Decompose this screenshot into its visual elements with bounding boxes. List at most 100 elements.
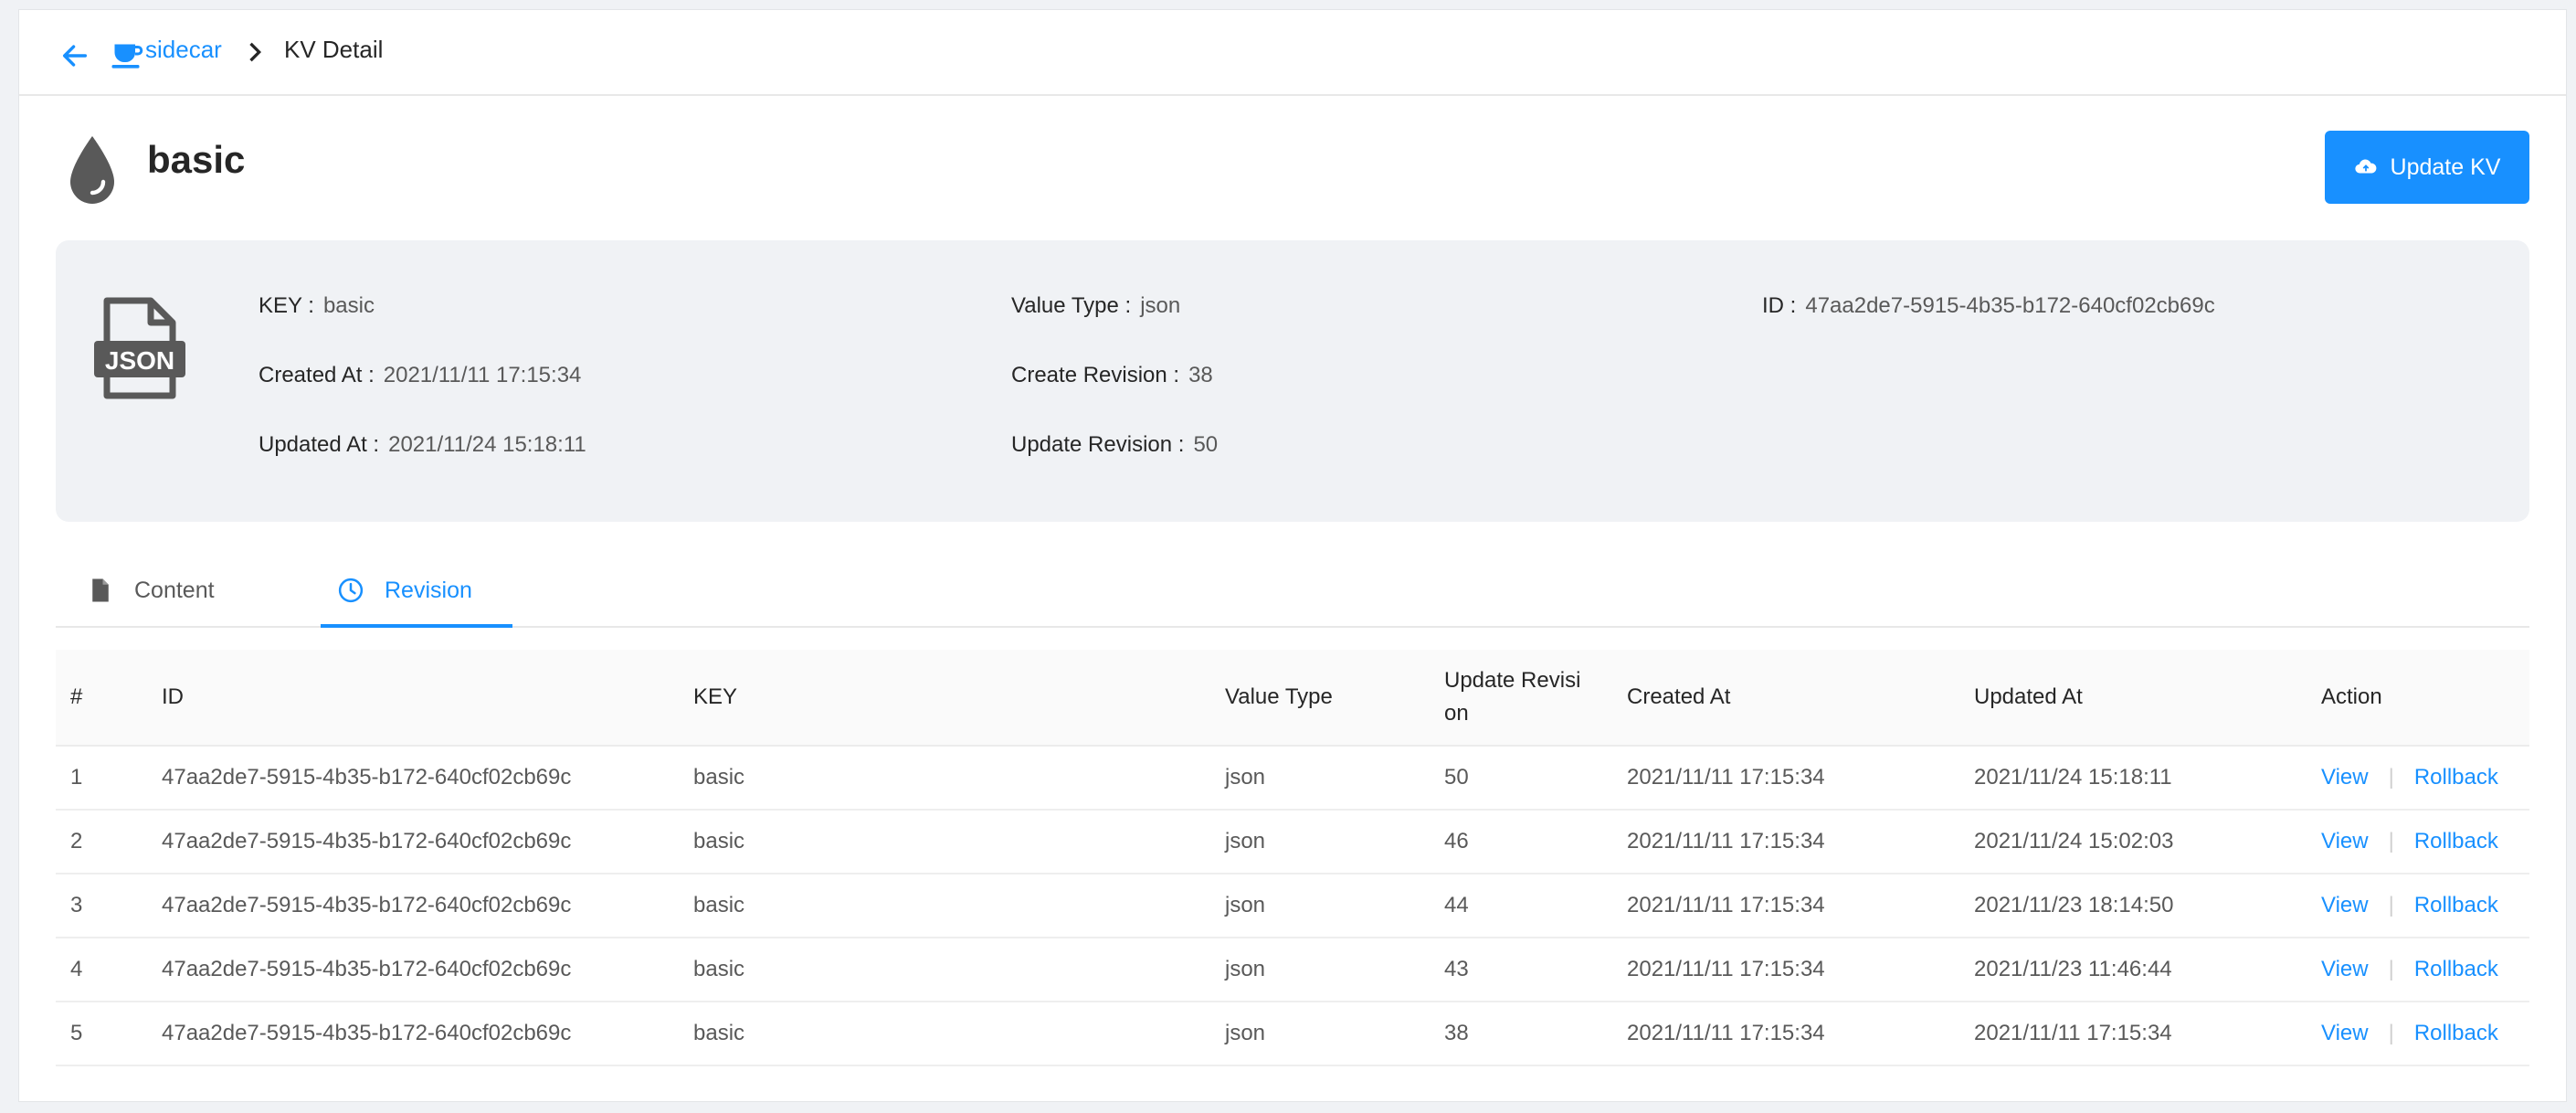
rollback-link[interactable]: Rollback <box>2414 1021 2498 1046</box>
table-row: 1 47aa2de7-5915-4b35-b172-640cf02cb69c bas… <box>56 747 2529 811</box>
cell-action: View | Rollback <box>2321 874 2498 937</box>
field-update-revision-value: 50 <box>1193 432 1219 457</box>
field-created-at-label: Created At : <box>259 363 375 387</box>
col-update-revision-line1: Update Revisi <box>1444 668 1581 693</box>
field-value-type-value: json <box>1140 293 1181 318</box>
field-created-at: Created At : 2021/11/11 17:15:34 <box>259 363 581 388</box>
cell-update-revision: 43 <box>1444 957 1469 981</box>
view-link[interactable]: View <box>2321 1021 2369 1046</box>
cell-id: 47aa2de7-5915-4b35-b172-640cf02cb69c <box>162 765 572 790</box>
tab-revision-label: Revision <box>385 577 472 603</box>
cell-value-type: json <box>1225 765 1266 790</box>
arrow-left-icon[interactable] <box>59 40 90 71</box>
clock-icon <box>338 578 364 603</box>
cell-update-revision: 46 <box>1444 829 1469 853</box>
chevron-right-icon <box>249 42 262 62</box>
cell-key: basic <box>693 957 745 981</box>
field-key-value: basic <box>322 293 375 318</box>
field-key: KEY : basic <box>259 293 375 319</box>
breadcrumb-current: KV Detail <box>284 36 384 63</box>
cell-value-type: json <box>1225 1021 1266 1045</box>
cell-update-revision: 44 <box>1444 893 1469 917</box>
cell-created-at: 2021/11/11 17:15:34 <box>1627 893 1825 917</box>
cell-updated-at: 2021/11/24 15:18:11 <box>1974 765 2172 790</box>
action-divider: | <box>2388 765 2394 790</box>
kv-detail-card: sidecar KV Detail basic Update KV JSON K… <box>18 9 2567 1102</box>
cell-action: View | Rollback <box>2321 747 2498 809</box>
col-update-revision-line2: on <box>1444 701 1469 726</box>
cell-action: View | Rollback <box>2321 938 2498 1001</box>
cell-key: basic <box>693 765 745 790</box>
brand-link[interactable]: sidecar <box>145 36 222 64</box>
cell-id: 47aa2de7-5915-4b35-b172-640cf02cb69c <box>162 829 572 853</box>
view-link[interactable]: View <box>2321 765 2369 790</box>
field-updated-at-label: Updated At : <box>259 432 380 457</box>
table-header: # ID KEY Value Type Update Revisi on Cre… <box>56 650 2529 747</box>
field-id-label: ID : <box>1762 293 1797 318</box>
col-value-type: Value Type <box>1225 684 1333 709</box>
cell-value-type: json <box>1225 829 1266 853</box>
drop-icon <box>70 136 114 204</box>
cell-key: basic <box>693 1021 745 1045</box>
rollback-link[interactable]: Rollback <box>2414 957 2498 982</box>
field-key-label: KEY : <box>259 293 314 318</box>
view-link[interactable]: View <box>2321 957 2369 982</box>
table-body: 1 47aa2de7-5915-4b35-b172-640cf02cb69c bas… <box>56 747 2529 1066</box>
cell-value-type: json <box>1225 893 1266 917</box>
table-row: 4 47aa2de7-5915-4b35-b172-640cf02cb69c bas… <box>56 938 2529 1002</box>
view-link[interactable]: View <box>2321 893 2369 918</box>
col-num: # <box>70 684 83 709</box>
cell-value-type: json <box>1225 957 1266 981</box>
table-row: 3 47aa2de7-5915-4b35-b172-640cf02cb69c bas… <box>56 874 2529 938</box>
action-divider: | <box>2388 829 2394 853</box>
field-update-revision-label: Update Revision : <box>1011 432 1185 457</box>
field-updated-at-value: 2021/11/24 15:18:11 <box>388 432 586 457</box>
table-row: 5 47aa2de7-5915-4b35-b172-640cf02cb69c bas… <box>56 1002 2529 1066</box>
action-divider: | <box>2388 893 2394 917</box>
field-update-revision: Update Revision : 50 <box>1011 432 1218 458</box>
field-create-revision: Create Revision : 38 <box>1011 363 1213 388</box>
cell-num: 1 <box>70 765 83 790</box>
field-value-type-label: Value Type : <box>1011 293 1132 318</box>
cell-num: 5 <box>70 1021 83 1045</box>
field-id: ID : 47aa2de7-5915-4b35-b172-640cf02cb69c <box>1762 293 2215 319</box>
field-created-at-value: 2021/11/11 17:15:34 <box>383 363 582 387</box>
cell-update-revision: 50 <box>1444 765 1469 790</box>
col-updated-at: Updated At <box>1974 684 2083 709</box>
col-update-revision: Update Revisi on <box>1444 650 1580 745</box>
rollback-link[interactable]: Rollback <box>2414 765 2498 790</box>
tab-revision[interactable]: Revision <box>337 555 472 626</box>
active-tab-indicator <box>321 624 512 628</box>
rollback-link[interactable]: Rollback <box>2414 829 2498 854</box>
breadcrumb: sidecar KV Detail <box>19 10 2566 96</box>
update-kv-label: Update KV <box>2390 154 2501 180</box>
svg-text:JSON: JSON <box>105 346 174 375</box>
cell-key: basic <box>693 829 745 853</box>
update-kv-button[interactable]: Update KV <box>2325 131 2529 204</box>
json-file-icon: JSON <box>94 297 185 399</box>
table-row: 2 47aa2de7-5915-4b35-b172-640cf02cb69c bas… <box>56 811 2529 874</box>
cup-icon <box>111 44 143 69</box>
cell-num: 3 <box>70 893 83 917</box>
cell-num: 4 <box>70 957 83 981</box>
cell-updated-at: 2021/11/23 11:46:44 <box>1974 957 2172 981</box>
cell-num: 2 <box>70 829 83 853</box>
tab-content[interactable]: Content <box>87 555 215 626</box>
cell-action: View | Rollback <box>2321 811 2498 873</box>
cell-created-at: 2021/11/11 17:15:34 <box>1627 829 1825 853</box>
field-id-value: 47aa2de7-5915-4b35-b172-640cf02cb69c <box>1805 293 2215 318</box>
tab-content-label: Content <box>134 577 215 603</box>
cloud-upload-icon <box>2354 159 2376 174</box>
col-action: Action <box>2321 684 2382 709</box>
cell-created-at: 2021/11/11 17:15:34 <box>1627 765 1825 790</box>
col-key: KEY <box>693 684 738 709</box>
kv-info-panel: JSON KEY : basic Value Type : json ID : 47a… <box>56 240 2529 522</box>
cell-updated-at: 2021/11/11 17:15:34 <box>1974 1021 2172 1045</box>
cell-id: 47aa2de7-5915-4b35-b172-640cf02cb69c <box>162 1021 572 1045</box>
field-updated-at: Updated At : 2021/11/24 15:18:11 <box>259 432 586 458</box>
cell-update-revision: 38 <box>1444 1021 1469 1045</box>
view-link[interactable]: View <box>2321 829 2369 854</box>
cell-id: 47aa2de7-5915-4b35-b172-640cf02cb69c <box>162 893 572 917</box>
cell-updated-at: 2021/11/23 18:14:50 <box>1974 893 2174 917</box>
rollback-link[interactable]: Rollback <box>2414 893 2498 918</box>
